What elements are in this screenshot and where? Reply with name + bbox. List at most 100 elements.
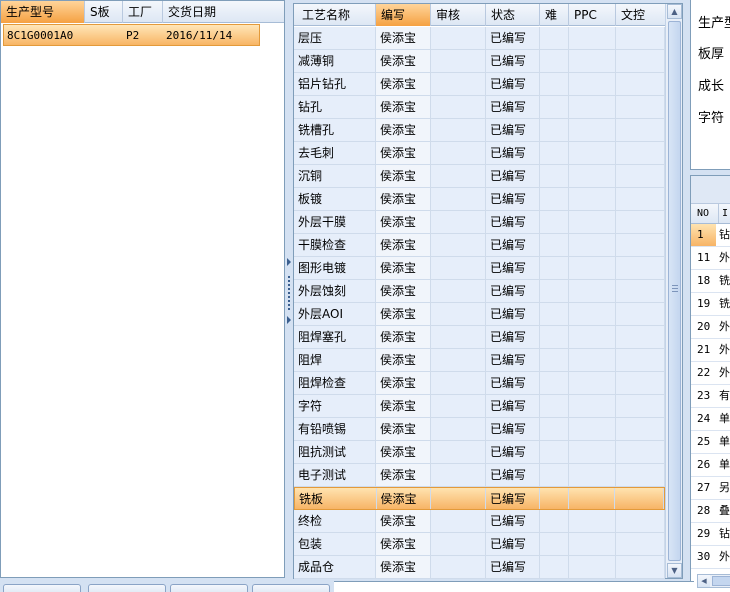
process-row[interactable]: 包装 侯添宝 已编写 bbox=[294, 533, 665, 556]
process-row[interactable]: 钻孔 侯添宝 已编写 bbox=[294, 96, 665, 119]
cell-doc-control bbox=[616, 395, 665, 417]
process-row[interactable]: 终检 侯添宝 已编写 bbox=[294, 510, 665, 533]
process-row[interactable]: 阻焊塞孔 侯添宝 已编写 bbox=[294, 326, 665, 349]
process-row[interactable]: 板镀 侯添宝 已编写 bbox=[294, 188, 665, 211]
step-row[interactable]: 30 外 bbox=[691, 546, 730, 569]
column-header-writer[interactable]: 编写 bbox=[376, 4, 431, 26]
scroll-thumb[interactable] bbox=[668, 21, 681, 561]
column-header-process-name[interactable]: 工艺名称 bbox=[294, 4, 376, 26]
process-grid-scrollbar[interactable]: ▲ ▼ bbox=[665, 4, 682, 578]
cell-ppc bbox=[569, 280, 616, 302]
column-header-doc-control[interactable]: 文控 bbox=[616, 4, 665, 26]
step-row[interactable]: 28 叠 bbox=[691, 500, 730, 523]
column-header-ppc[interactable]: PPC bbox=[569, 4, 616, 26]
column-header-difficulty[interactable]: 难 bbox=[540, 4, 569, 26]
step-row[interactable]: 1钻 bbox=[691, 224, 730, 247]
step-row[interactable]: 11 外 bbox=[691, 247, 730, 270]
scroll-up-icon[interactable]: ▲ bbox=[667, 4, 682, 19]
bottom-button-3[interactable] bbox=[170, 584, 248, 592]
cell-doc-control bbox=[616, 188, 665, 210]
cell-doc-control bbox=[616, 326, 665, 348]
cell-status: 已编写 bbox=[486, 96, 540, 118]
process-row[interactable]: 阻焊检查 侯添宝 已编写 bbox=[294, 372, 665, 395]
cell-process-name: 沉铜 bbox=[294, 165, 376, 187]
column-header-s-board[interactable]: S板 bbox=[85, 1, 123, 23]
scroll-grip-icon bbox=[672, 285, 678, 292]
step-row[interactable]: 23 有 bbox=[691, 385, 730, 408]
cell-difficulty bbox=[540, 211, 569, 233]
step-row[interactable]: 18 铣 bbox=[691, 270, 730, 293]
cell-reviewer bbox=[431, 418, 486, 440]
step-row[interactable]: 20 外 bbox=[691, 316, 730, 339]
bottom-button-1[interactable] bbox=[3, 584, 81, 592]
cell-writer: 侯添宝 bbox=[376, 349, 431, 371]
column-header-reviewer[interactable]: 审核 bbox=[431, 4, 486, 26]
process-row[interactable]: 减薄铜 侯添宝 已编写 bbox=[294, 50, 665, 73]
process-row[interactable]: 阻抗测试 侯添宝 已编写 bbox=[294, 441, 665, 464]
cell-reviewer bbox=[431, 349, 486, 371]
column-header-no[interactable]: NO bbox=[691, 204, 719, 223]
column-header-status[interactable]: 状态 bbox=[486, 4, 540, 26]
collapse-arrow-icon[interactable] bbox=[287, 258, 291, 266]
process-row[interactable]: 铣板 侯添宝 已编写 bbox=[294, 487, 665, 510]
cell-step-name: 单 bbox=[719, 458, 730, 471]
process-row[interactable]: 有铅喷锡 侯添宝 已编写 bbox=[294, 418, 665, 441]
cell-process-name: 减薄铜 bbox=[294, 50, 376, 72]
process-row[interactable]: 阻焊 侯添宝 已编写 bbox=[294, 349, 665, 372]
cell-status: 已编写 bbox=[486, 257, 540, 279]
hscroll-thumb[interactable] bbox=[712, 576, 730, 586]
process-row[interactable]: 成品仓 侯添宝 已编写 bbox=[294, 556, 665, 579]
group-panel bbox=[691, 176, 730, 204]
product-row[interactable]: 8C1G0001A0 P2 2016/11/14 bbox=[3, 24, 260, 46]
cell-process-name: 去毛刺 bbox=[294, 142, 376, 164]
column-header-factory[interactable]: 工厂 bbox=[123, 1, 163, 23]
step-row[interactable]: 25 单 bbox=[691, 431, 730, 454]
expand-arrow-icon[interactable] bbox=[287, 316, 291, 324]
step-row[interactable]: 24 单 bbox=[691, 408, 730, 431]
step-row[interactable]: 22 外 bbox=[691, 362, 730, 385]
cell-difficulty bbox=[540, 188, 569, 210]
cell-reviewer bbox=[431, 165, 486, 187]
process-row[interactable]: 字符 侯添宝 已编写 bbox=[294, 395, 665, 418]
step-row[interactable]: 27 另 bbox=[691, 477, 730, 500]
column-header-model[interactable]: 生产型号 bbox=[1, 1, 85, 23]
process-row[interactable]: 铝片钻孔 侯添宝 已编写 bbox=[294, 73, 665, 96]
cell-difficulty bbox=[540, 96, 569, 118]
scroll-down-icon[interactable]: ▼ bbox=[667, 563, 682, 578]
process-row[interactable]: 层压 侯添宝 已编写 bbox=[294, 27, 665, 50]
cell-doc-control bbox=[616, 280, 665, 302]
step-row[interactable]: 26 单 bbox=[691, 454, 730, 477]
cell-step-name: 单 bbox=[719, 435, 730, 448]
cell-difficulty bbox=[540, 464, 569, 486]
cell-doc-control bbox=[616, 119, 665, 141]
process-row[interactable]: 外层干膜 侯添宝 已编写 bbox=[294, 211, 665, 234]
process-row[interactable]: 外层AOI 侯添宝 已编写 bbox=[294, 303, 665, 326]
cell-writer: 侯添宝 bbox=[376, 464, 431, 486]
process-row[interactable]: 图形电镀 侯添宝 已编写 bbox=[294, 257, 665, 280]
process-row[interactable]: 沉铜 侯添宝 已编写 bbox=[294, 165, 665, 188]
process-row[interactable]: 电子测试 侯添宝 已编写 bbox=[294, 464, 665, 487]
bottom-button-4[interactable] bbox=[252, 584, 330, 592]
cell-difficulty bbox=[540, 441, 569, 463]
process-row[interactable]: 外层蚀刻 侯添宝 已编写 bbox=[294, 280, 665, 303]
cell-status: 已编写 bbox=[486, 395, 540, 417]
step-row[interactable]: 21 外 bbox=[691, 339, 730, 362]
process-row[interactable]: 去毛刺 侯添宝 已编写 bbox=[294, 142, 665, 165]
step-row[interactable]: 19 铣 bbox=[691, 293, 730, 316]
process-row[interactable]: 干膜检查 侯添宝 已编写 bbox=[294, 234, 665, 257]
column-header-next[interactable]: I bbox=[719, 204, 728, 223]
column-header-delivery-date[interactable]: 交货日期 bbox=[163, 1, 260, 23]
scroll-left-icon[interactable]: ◀ bbox=[698, 575, 710, 587]
cell-writer: 侯添宝 bbox=[376, 257, 431, 279]
bottom-button-2[interactable] bbox=[88, 584, 166, 592]
step-grid-hscrollbar[interactable]: ◀ bbox=[697, 574, 730, 588]
process-row[interactable]: 铣槽孔 侯添宝 已编写 bbox=[294, 119, 665, 142]
cell-ppc bbox=[569, 349, 616, 371]
cell-difficulty bbox=[540, 234, 569, 256]
cell-doc-control bbox=[616, 464, 665, 486]
cell-no: 23 bbox=[697, 389, 711, 402]
cell-ppc bbox=[569, 418, 616, 440]
panel-splitter[interactable] bbox=[286, 0, 293, 578]
cell-writer: 侯添宝 bbox=[376, 395, 431, 417]
step-row[interactable]: 29 钻 bbox=[691, 523, 730, 546]
